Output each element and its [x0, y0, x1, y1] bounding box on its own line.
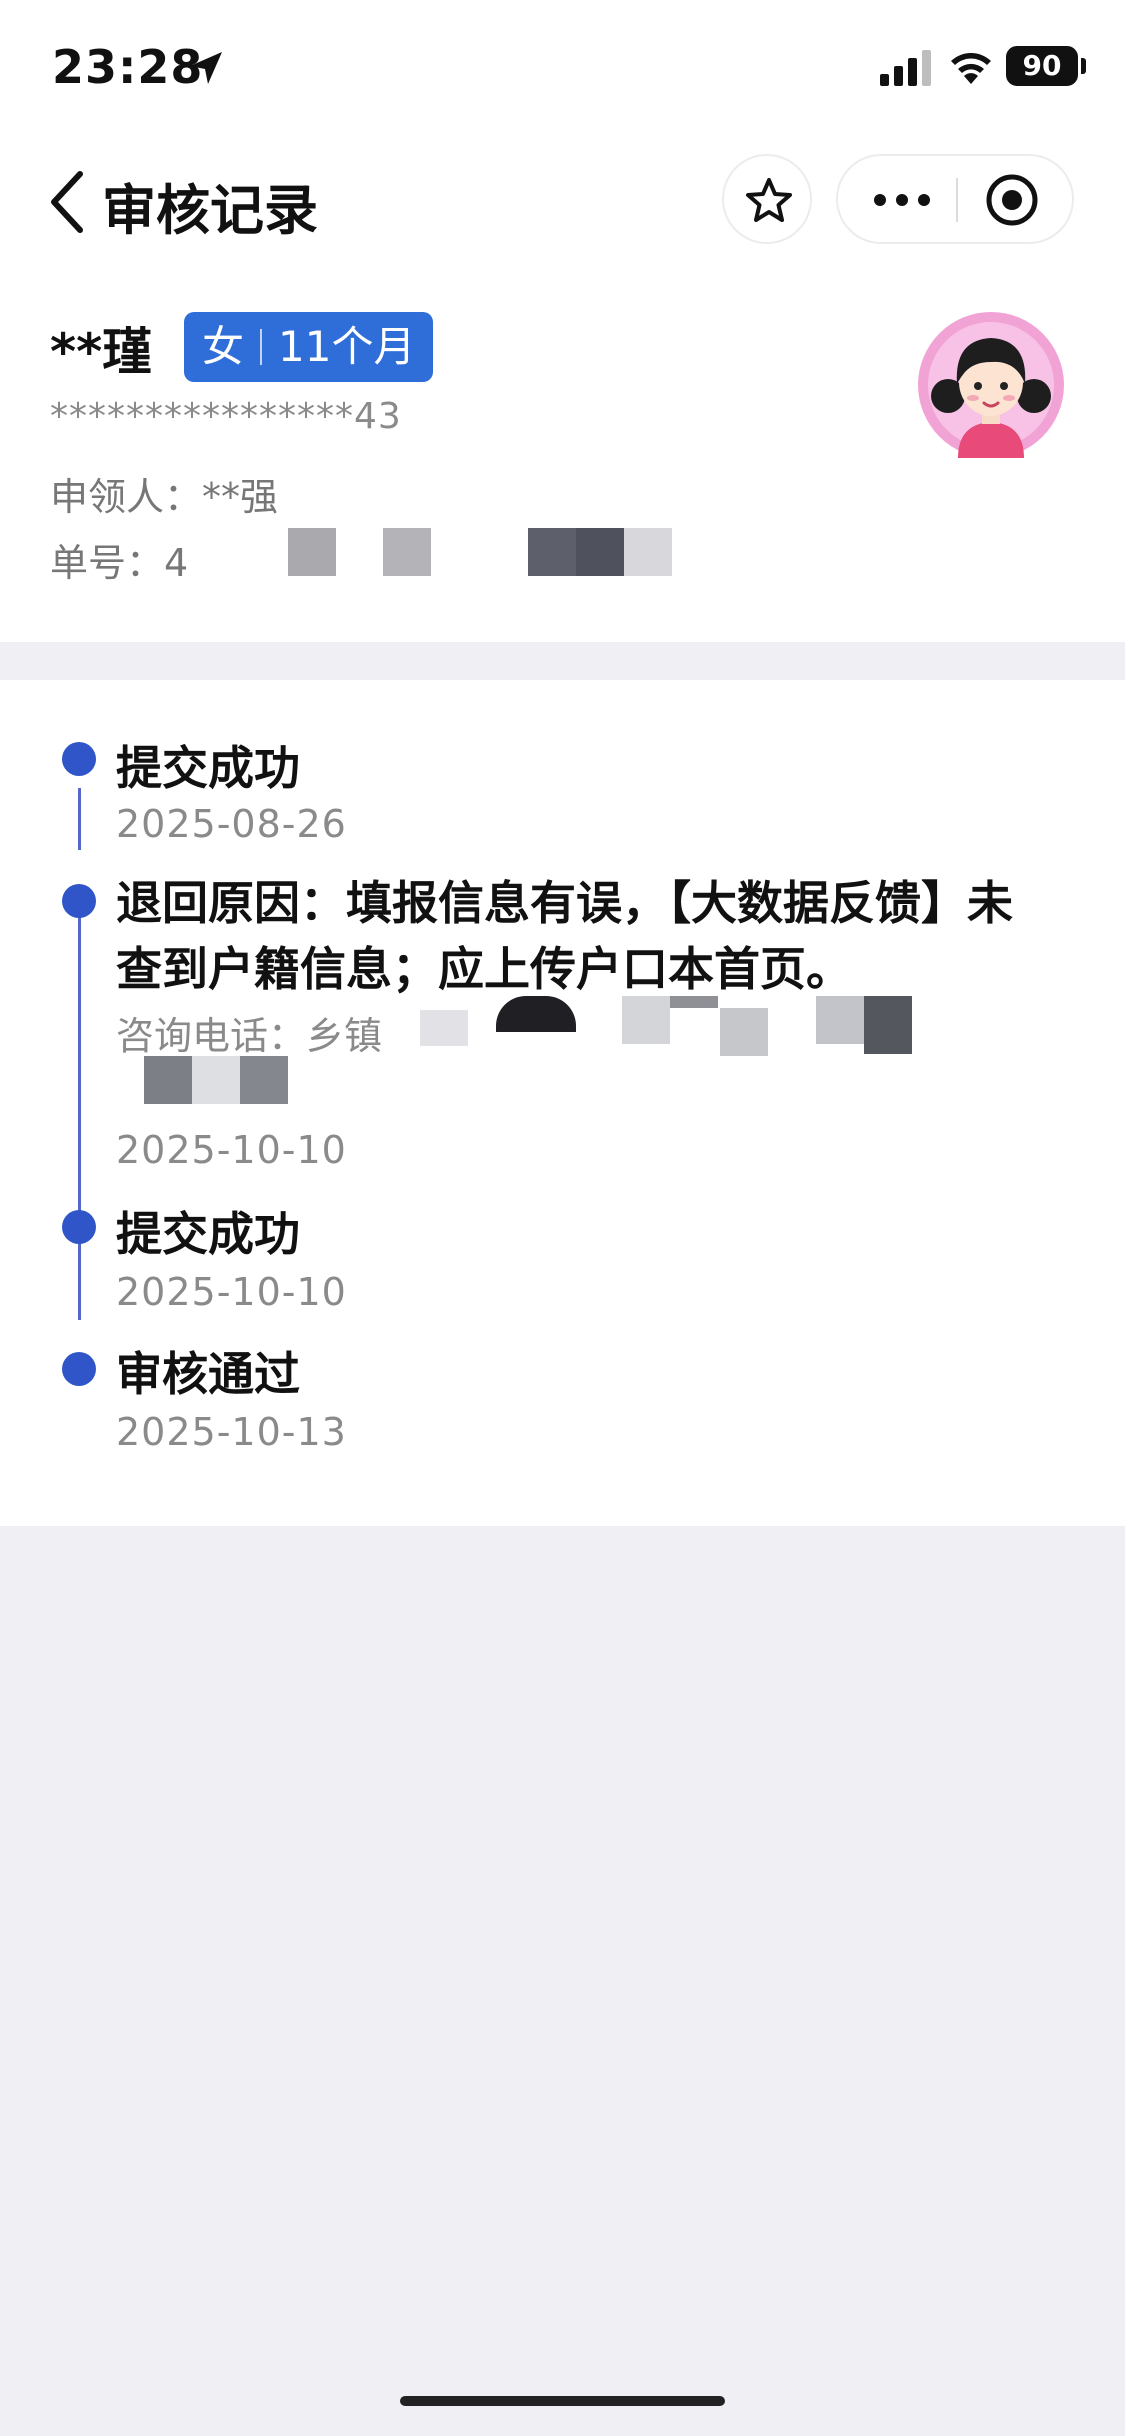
timeline-dot: [62, 1210, 96, 1244]
back-chevron-icon[interactable]: [48, 170, 88, 234]
redaction-block: [420, 1010, 468, 1046]
redaction-block: [528, 528, 576, 576]
redaction-block: [670, 996, 718, 1008]
redaction-block: [816, 996, 864, 1044]
badge-divider: [260, 329, 263, 365]
rejection-reason: 退回原因：填报信息有误，【大数据反馈】未查到户籍信息；应上传户口本首页。: [116, 876, 1013, 996]
order-row: 单号：4: [50, 532, 188, 587]
redaction-block: [383, 528, 431, 576]
mini-program-capsule: [836, 154, 1074, 244]
timeline-date: 2025-10-10: [116, 1128, 347, 1172]
wifi-icon: [951, 53, 991, 84]
home-indicator[interactable]: [400, 2396, 725, 2406]
signal-icon: [880, 50, 931, 86]
redaction-block: [720, 1008, 768, 1056]
redaction-block: [496, 996, 576, 1032]
battery-icon: 90: [1006, 46, 1078, 86]
timeline-dot: [62, 1352, 96, 1386]
battery-level: 90: [1022, 49, 1062, 82]
target-icon[interactable]: [984, 172, 1040, 228]
nav-bar: 审核记录: [0, 130, 1125, 270]
screen: 23:28 90 审核记录 **瑾 女 11个月 ***************…: [0, 0, 1125, 2436]
timeline-title: 提交成功: [116, 1207, 300, 1261]
timeline-date: 2025-10-13: [116, 1410, 347, 1454]
profile-card: **瑾 女 11个月 ****************43 申领人：**强 单号…: [0, 270, 1125, 642]
redaction-block: [624, 528, 672, 576]
status-bar: 23:28 90: [0, 0, 1125, 130]
timeline-date: 2025-10-10: [116, 1270, 347, 1314]
location-arrow-icon: [190, 52, 222, 84]
redaction-block: [576, 528, 624, 576]
gender-age-badge: 女 11个月: [184, 312, 434, 382]
applicant-label: 申领人：: [50, 475, 203, 519]
redaction-block: [622, 996, 670, 1044]
redaction-block: [864, 996, 912, 1054]
order-label: 单号：: [50, 541, 165, 585]
battery-tip: [1081, 58, 1086, 74]
redaction-block: [192, 1056, 240, 1104]
timeline-date: 2025-08-26: [116, 802, 347, 846]
applicant-value: **强: [202, 475, 279, 519]
timeline-dot: [62, 742, 96, 776]
redaction-block: [288, 528, 336, 576]
child-name: **瑾: [50, 323, 153, 381]
girl-avatar-icon: [918, 312, 1064, 458]
status-time: 23:28: [52, 40, 204, 94]
timeline-connector: [78, 788, 81, 850]
id-number: ****************43: [50, 396, 402, 437]
redaction-block: [240, 1056, 288, 1104]
age-label: 11个月: [278, 322, 416, 371]
capsule-divider: [956, 178, 958, 222]
timeline-dot: [62, 884, 96, 918]
redaction-block: [144, 1056, 192, 1104]
gender-label: 女: [202, 322, 245, 371]
timeline-title: 提交成功: [116, 741, 300, 795]
review-timeline: 提交成功 2025-08-26 退回原因：填报信息有误，【大数据反馈】未查到户籍…: [0, 680, 1125, 1526]
timeline-title: 审核通过: [116, 1347, 300, 1401]
timeline-connector: [78, 898, 81, 1320]
consult-phone: 咨询电话：乡镇: [116, 1014, 383, 1058]
favorite-button[interactable]: [722, 154, 812, 244]
order-value: 4: [164, 541, 189, 585]
star-icon: [746, 178, 792, 222]
more-icon[interactable]: [872, 186, 932, 214]
applicant-row: 申领人：**强: [50, 466, 278, 521]
page-title: 审核记录: [102, 179, 318, 242]
timeline-connector: [78, 1258, 81, 1320]
